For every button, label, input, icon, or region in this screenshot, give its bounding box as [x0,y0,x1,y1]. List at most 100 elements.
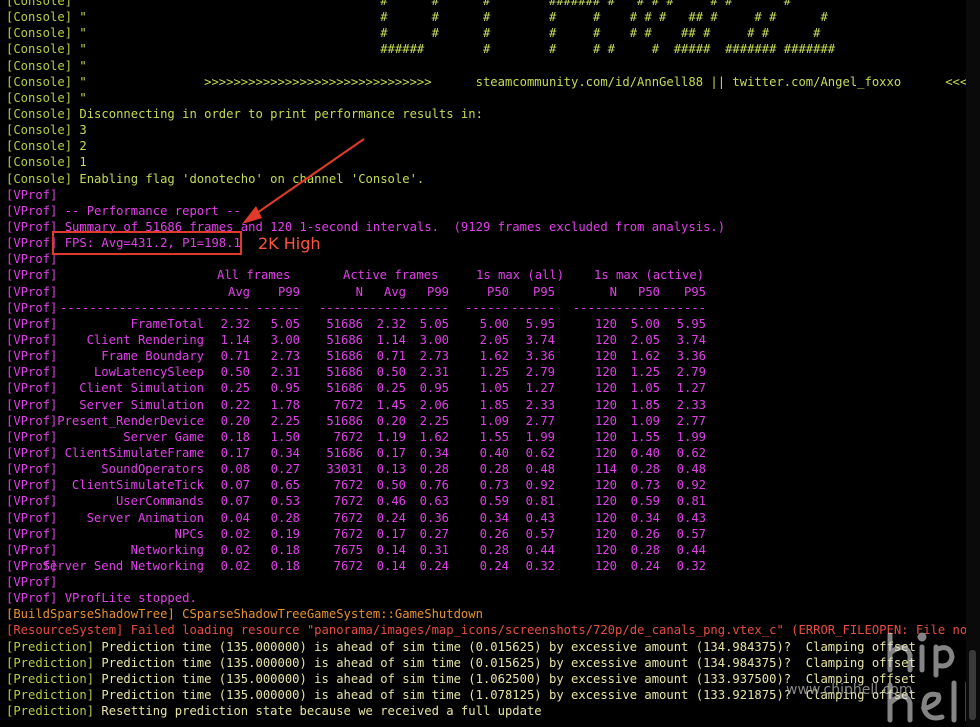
table-cell: 120 [594,558,617,573]
table-cell: UserCommands [115,494,204,509]
table-cell: 120 [594,494,617,509]
channel-tag: [VProf] [6,236,58,251]
table-cell: 120 [594,316,617,331]
table-cell: 0.24 [376,510,406,525]
table-cell: 51686 [326,445,363,460]
table-cell: 0.48 [525,462,555,477]
table-cell: ------ [510,300,555,315]
table-cell: 0.62 [676,445,706,460]
table-cell: 0.24 [479,558,509,573]
table-cell: ------ [361,300,406,315]
table-cell: 3.00 [419,332,449,347]
table-cell: 0.43 [676,510,706,525]
table-cell: 2.32 [220,316,250,331]
channel-tag: [Console] [6,74,73,89]
table-cell: 0.92 [525,478,555,493]
channel-tag: [VProf] [6,203,58,218]
table-cell: 0.32 [676,558,706,573]
table-cell: All frames [217,268,291,283]
channel-tag: [Console] [6,0,73,8]
line-text: CSparseShadowTreeGameSystem::GameShutdow… [174,607,483,622]
console-output: [Console] " # # # ####### # # # # # # #[… [6,0,966,727]
line-text: 1 [72,155,87,170]
table-cell: 2.25 [419,413,449,428]
table-cell: 1.09 [479,413,509,428]
table-cell: 0.19 [270,526,300,541]
channel-tag: [Console] [6,10,73,25]
table-cell: 0.27 [270,462,300,477]
table-cell: 5.05 [419,316,449,331]
table-row: [VProf] Networking 0.02 0.18 7675 0.14 0.31 0.2… [6,542,966,558]
table-cell: 1.25 [479,365,509,380]
table-cell: 3.36 [676,349,706,364]
table-cell: 0.07 [220,494,250,509]
table-cell: 0.50 [376,365,406,380]
table-cell: 7672 [333,478,363,493]
table-row: [VProf] --------------------- ------ ------… [6,300,966,316]
table-cell: 0.71 [376,349,406,364]
table-cell: 3.74 [676,332,706,347]
table-row: [VProf] ClientSimulateTick 0.07 0.65 7672 0.5… [6,477,966,493]
table-cell: 0.13 [376,462,406,477]
table-cell: 1.27 [676,381,706,396]
line-text: 2 [72,139,87,154]
table-cell: 0.26 [630,526,660,541]
table-cell: 0.18 [220,429,250,444]
annotation-label: 2K High [258,234,321,253]
table-cell: 1.14 [220,332,250,347]
table-cell: Avg [383,284,406,299]
table-cell: 3.74 [525,332,555,347]
table-cell: 0.08 [220,462,250,477]
table-cell: Avg [227,284,250,299]
table-cell: 51686 [326,349,363,364]
table-cell: 0.63 [419,494,449,509]
table-cell: 51686 [326,332,363,347]
console-line: [Console] " [6,58,966,74]
table-cell: 0.17 [376,445,406,460]
table-cell: P95 [683,284,706,299]
table-cell: 0.81 [676,494,706,509]
table-row: [VProf] Server Game 0.18 1.50 7672 1.19 1.62 1.… [6,429,966,445]
line-text: Enabling flag 'donotecho' on channel 'Co… [72,171,425,186]
table-cell: SoundOperators [101,462,204,477]
table-cell: 1.55 [630,429,660,444]
table-cell: 1.19 [376,429,406,444]
table-cell: 120 [594,510,617,525]
channel-tag: [VProf] [6,284,58,299]
channel-tag: [Console] [6,26,73,41]
console-line: [ResourceSystem] Failed loading resource… [6,622,966,638]
table-cell: 0.28 [419,462,449,477]
table-row: [VProf] FrameTotal 2.32 5.05 51686 2.32 5.05 5.… [6,316,966,332]
table-cell: 114 [594,462,617,477]
table-cell: 7672 [333,558,363,573]
line-text: VProfLite stopped. [57,591,197,606]
table-row: [VProf] LowLatencySleep 0.50 2.31 51686 0.50 2… [6,364,966,380]
table-cell: N [609,284,617,299]
table-cell: 2.33 [676,397,706,412]
table-cell: ------ [572,300,617,315]
table-cell: 0.92 [676,478,706,493]
line-text: -- Performance report -- [57,203,241,218]
table-cell: --------------------- [60,300,215,315]
table-cell: 5.95 [525,316,555,331]
table-row: [VProf] NPCs 0.02 0.19 7672 0.17 0.27 0.26 0.57 1… [6,526,966,542]
channel-tag: [Prediction] [6,639,95,654]
table-cell: 2.73 [270,349,300,364]
table-cell: 1.62 [630,349,660,364]
table-cell: 0.28 [479,462,509,477]
table-cell: Server Animation [86,510,204,525]
table-cell: 0.31 [419,542,449,557]
vertical-scrollbar[interactable] [966,0,980,727]
channel-tag: [Prediction] [6,704,95,719]
table-cell: 0.17 [220,445,250,460]
table-cell: 0.14 [376,558,406,573]
table-cell: 51686 [326,365,363,380]
table-cell: 5.95 [676,316,706,331]
table-row: [VProf] Server Animation 0.04 0.28 7672 0.24 0… [6,510,966,526]
console-line: [Console] " ###### # # # # # ##### #####… [6,41,966,57]
table-cell: 120 [594,397,617,412]
scrollbar-thumb[interactable] [969,650,976,720]
table-cell: Server Simulation [79,397,204,412]
console-line: [Console] " [6,90,966,106]
table-cell: 51686 [326,413,363,428]
